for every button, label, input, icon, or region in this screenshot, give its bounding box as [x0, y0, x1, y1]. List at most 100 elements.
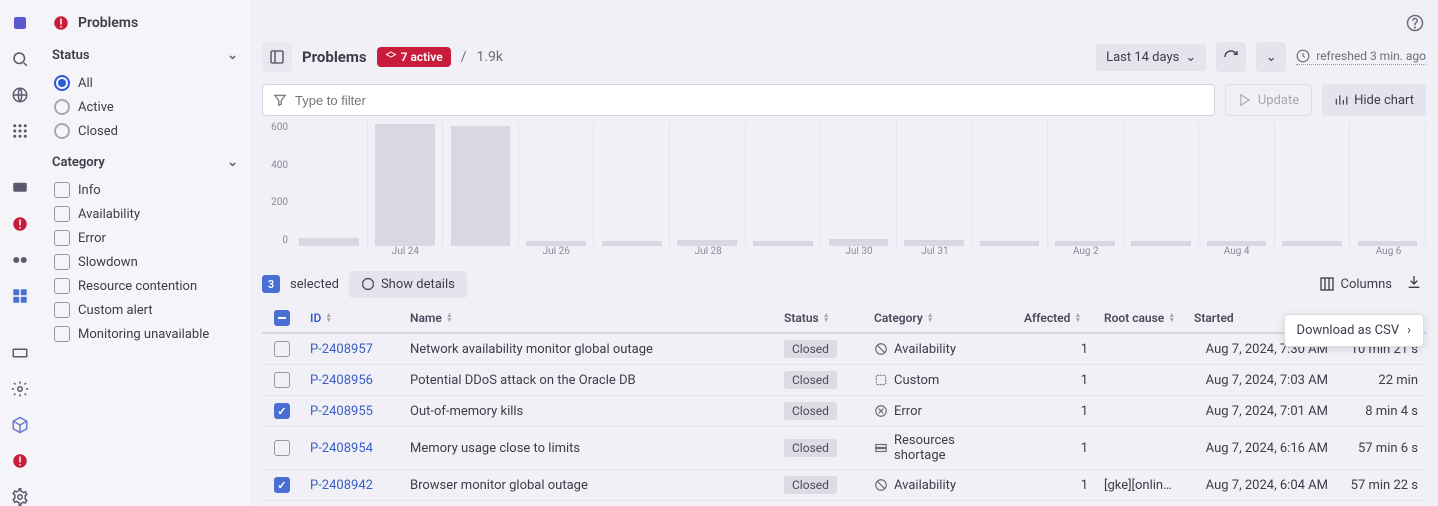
chevron-right-icon: › — [1407, 323, 1411, 338]
row-checkbox[interactable] — [262, 397, 302, 425]
columns-button[interactable]: Columns — [1319, 276, 1393, 292]
show-details-button[interactable]: Show details — [349, 271, 467, 298]
status-radio-active[interactable]: Active — [52, 95, 238, 119]
row-id[interactable]: P-2408956 — [302, 367, 402, 394]
xtick-label: Aug 4 — [1224, 246, 1250, 257]
row-id[interactable]: P-2408955 — [302, 398, 402, 425]
row-id[interactable]: P-2408957 — [302, 336, 402, 363]
selected-label: selected — [290, 277, 339, 292]
row-affected: 1 — [1016, 398, 1096, 425]
nav-problems-icon[interactable] — [10, 215, 30, 233]
nav-infra-icon[interactable] — [10, 344, 30, 362]
xtick-label: Jul 31 — [921, 246, 948, 257]
col-header-id[interactable]: ID▲▼ — [302, 305, 402, 331]
nav-globe-icon[interactable] — [10, 86, 30, 104]
row-checkbox[interactable] — [262, 335, 302, 363]
category-section-header[interactable]: Category ⌄ — [52, 155, 238, 170]
row-root — [1096, 405, 1186, 417]
row-id[interactable]: P-2408954 — [302, 435, 402, 462]
table-row[interactable]: P-2408954Memory usage close to limitsClo… — [262, 427, 1426, 470]
xtick-label: Jul 26 — [543, 246, 570, 257]
status-section-header[interactable]: Status ⌄ — [52, 48, 238, 63]
chart-bar-col[interactable] — [897, 122, 973, 246]
nav-settings-icon[interactable] — [10, 380, 30, 398]
status-radio-closed[interactable]: Closed — [52, 119, 238, 143]
category-check-error[interactable]: Error — [52, 226, 238, 250]
row-checkbox[interactable] — [262, 471, 302, 499]
download-button[interactable] — [1402, 270, 1426, 298]
category-check-availability[interactable]: Availability — [52, 202, 238, 226]
chart-bar-col[interactable] — [368, 122, 444, 246]
row-id[interactable]: P-2408942 — [302, 472, 402, 499]
chart-bar-col[interactable] — [972, 122, 1048, 246]
apps-grid-icon[interactable] — [10, 122, 30, 140]
col-header-name[interactable]: Name▲▼ — [402, 305, 776, 331]
refreshed-label[interactable]: refreshed 3 min. ago — [1296, 49, 1426, 65]
chart-bar-col[interactable] — [1275, 122, 1351, 246]
chart-bar-col[interactable] — [821, 122, 897, 246]
row-root — [1096, 343, 1186, 355]
category-check-info[interactable]: Info — [52, 178, 238, 202]
category-check-resource-contention[interactable]: Resource contention — [52, 274, 238, 298]
category-check-slowdown[interactable]: Slowdown — [52, 250, 238, 274]
active-count-badge[interactable]: 7 active — [377, 47, 451, 67]
availability-icon — [874, 342, 888, 356]
table-row[interactable]: P-2408955Out-of-memory killsClosedError1… — [262, 396, 1426, 427]
chart-bar-col[interactable] — [1350, 122, 1426, 246]
row-duration: 57 min 6 s — [1336, 435, 1426, 462]
row-checkbox[interactable] — [262, 434, 302, 462]
nav-apps-icon[interactable] — [10, 287, 30, 305]
col-header-status[interactable]: Status▲▼ — [776, 305, 866, 331]
chart-bar-col[interactable] — [1124, 122, 1200, 246]
search-icon[interactable] — [10, 50, 30, 68]
category-check-monitoring-unavailable[interactable]: Monitoring unavailable — [52, 322, 238, 346]
chart-bar-col[interactable] — [746, 122, 822, 246]
chart-bar-col[interactable] — [443, 122, 519, 246]
hide-chart-button[interactable]: Hide chart — [1322, 84, 1426, 116]
nav-dashboard-icon[interactable] — [10, 179, 30, 197]
chart-bar-col[interactable] — [292, 122, 368, 246]
chart-bar-col[interactable] — [594, 122, 670, 246]
toggle-panel-button[interactable] — [262, 42, 292, 72]
col-header-affected[interactable]: Affected▲▼ — [1016, 305, 1096, 331]
category-label: Category — [52, 155, 105, 170]
refresh-options-button[interactable]: ⌄ — [1256, 42, 1286, 72]
row-started: Aug 7, 2024, 7:01 AM — [1186, 398, 1336, 425]
filter-input[interactable] — [295, 93, 1204, 108]
table-row[interactable]: P-2408942Browser monitor global outageCl… — [262, 470, 1426, 501]
nav-gear-icon[interactable] — [10, 488, 30, 506]
problems-table: ID▲▼ Name▲▼ Status▲▼ Category▲▼ Affected… — [262, 304, 1426, 506]
header-title: Problems — [302, 48, 367, 66]
nav-cube-icon[interactable] — [10, 416, 30, 434]
chevron-down-icon: ⌄ — [227, 155, 238, 170]
timerange-selector[interactable]: Last 14 days ⌄ — [1096, 44, 1206, 71]
row-name: Memory usage close to limits — [402, 435, 776, 462]
nav-observe-icon[interactable] — [10, 251, 30, 269]
col-header-category[interactable]: Category▲▼ — [866, 305, 1016, 331]
chart-bar-col[interactable] — [1199, 122, 1275, 246]
nav-alert-icon[interactable] — [10, 452, 30, 470]
help-icon[interactable] — [1406, 14, 1424, 36]
row-checkbox[interactable] — [262, 366, 302, 394]
chart-bar-col[interactable] — [1048, 122, 1124, 246]
table-row[interactable]: P-2408957Network availability monitor gl… — [262, 334, 1426, 365]
checkbox-label: Custom alert — [78, 303, 153, 318]
download-csv-popover[interactable]: Download as CSV › — [1284, 314, 1424, 347]
checkbox-icon — [54, 254, 70, 270]
status-radio-all[interactable]: All — [52, 71, 238, 95]
chart-bar-col[interactable] — [519, 122, 595, 246]
refresh-button[interactable] — [1216, 42, 1246, 72]
filter-input-wrapper[interactable] — [262, 84, 1215, 116]
category-check-custom-alert[interactable]: Custom alert — [52, 298, 238, 322]
error-icon — [874, 404, 888, 418]
select-all-checkbox[interactable] — [262, 304, 302, 332]
page-title-row: Problems — [52, 14, 238, 32]
nav-logo-icon[interactable] — [10, 14, 30, 32]
checkbox-label: Resource contention — [78, 279, 197, 294]
chart[interactable]: 6004002000 Jul 24Jul 26Jul 28Jul 30Jul 3… — [262, 122, 1426, 262]
chart-bar-col[interactable] — [670, 122, 746, 246]
update-button[interactable]: Update — [1225, 84, 1312, 116]
col-header-root[interactable]: Root cause▲▼ — [1096, 305, 1186, 331]
checkbox-icon — [54, 326, 70, 342]
table-row[interactable]: P-2408956Potential DDoS attack on the Or… — [262, 365, 1426, 396]
